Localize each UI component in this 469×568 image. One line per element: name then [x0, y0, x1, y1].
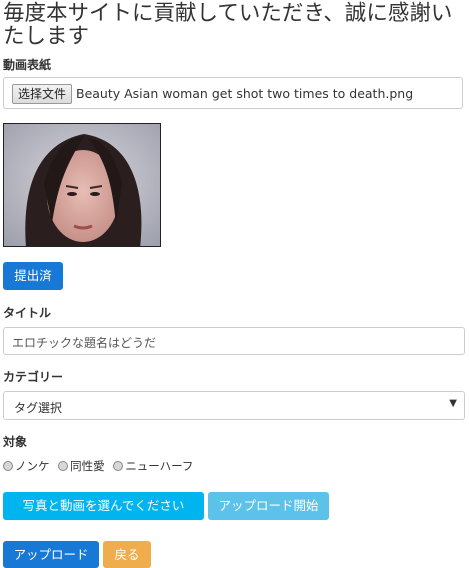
file-input[interactable]: 选择文件 Beauty Asian woman get shot two tim… — [3, 77, 463, 109]
radio-newhalf[interactable]: ニューハーフ — [113, 458, 193, 474]
cover-thumbnail — [3, 123, 161, 247]
radio-label: 同性愛 — [70, 459, 105, 473]
submitted-button[interactable]: 提出済 — [3, 262, 63, 290]
category-select[interactable]: タグ選択 ▼ — [3, 391, 465, 420]
radio-icon[interactable] — [113, 461, 124, 471]
radio-label: ノンケ — [15, 459, 50, 473]
target-radio-group: ノンケ 同性愛 ニューハーフ — [3, 458, 198, 474]
page-title: 毎度本サイトに貢献していただき、誠に感謝いたします — [3, 1, 453, 49]
radio-gay[interactable]: 同性愛 — [58, 458, 105, 474]
start-upload-button[interactable]: アップロード開始 — [208, 492, 329, 520]
radio-icon[interactable] — [3, 461, 13, 471]
target-label: 対象 — [3, 435, 28, 449]
upload-button[interactable]: アップロード — [3, 541, 99, 568]
title-input[interactable]: エロチックな題名はどうだ — [3, 327, 465, 355]
choose-file-button[interactable]: 选择文件 — [12, 84, 73, 104]
radio-label: ニューハーフ — [125, 459, 194, 473]
video-cover-label: 動画表紙 — [3, 58, 52, 72]
file-name: Beauty Asian woman get shot two times to… — [76, 86, 414, 101]
back-button[interactable]: 戻る — [103, 541, 151, 568]
radio-icon[interactable] — [58, 461, 69, 471]
title-label: タイトル — [3, 306, 52, 320]
choose-media-button[interactable]: 写真と動画を選んでください — [3, 492, 204, 520]
title-placeholder: エロチックな題名はどうだ — [12, 336, 157, 350]
chevron-down-icon: ▼ — [449, 398, 457, 409]
category-selected: タグ選択 — [14, 401, 63, 415]
category-label: カテゴリー — [3, 370, 64, 384]
radio-nonke[interactable]: ノンケ — [3, 458, 50, 474]
cover-image — [4, 124, 160, 246]
